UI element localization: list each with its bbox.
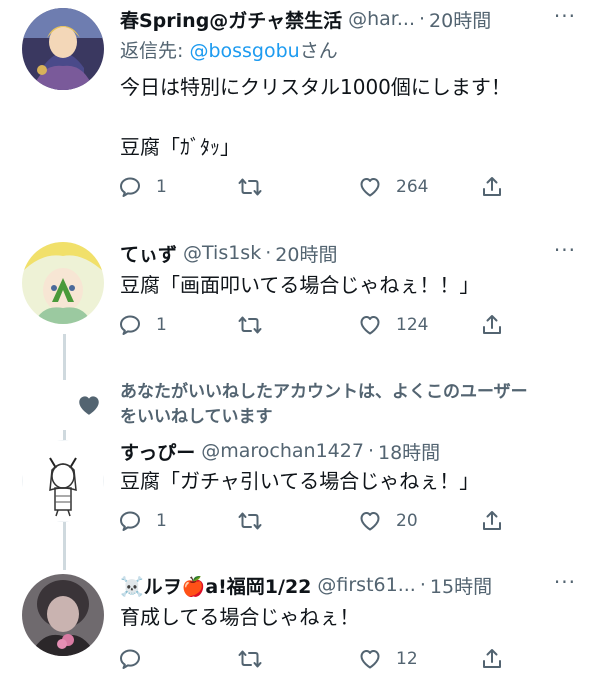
reply-count: 1 — [156, 177, 167, 197]
timestamp[interactable]: 15時間 — [430, 572, 492, 599]
share-button[interactable] — [480, 647, 504, 671]
reply-button[interactable] — [118, 647, 156, 671]
tweet-header: ☠️ルヲ🍎a!福岡1/22 @first61... · 15時間 ··· — [120, 570, 594, 600]
reply-icon — [120, 177, 140, 197]
tweet-header: すっぴー @marochan1427 · 18時間 — [120, 436, 594, 466]
share-button[interactable] — [480, 313, 504, 337]
reply-icon — [120, 511, 140, 531]
reply-icon — [120, 649, 140, 669]
retweet-button[interactable] — [238, 175, 276, 199]
more-icon[interactable]: ··· — [554, 4, 576, 28]
timestamp[interactable]: 18時間 — [378, 438, 440, 465]
like-icon — [360, 512, 380, 531]
like-count: 20 — [396, 511, 418, 531]
like-count: 12 — [396, 649, 418, 669]
reply-to-suffix: さん — [299, 40, 338, 62]
tweet-text: 育成してる場合じゃねぇ！ — [120, 605, 360, 629]
more-icon[interactable]: ··· — [554, 238, 576, 262]
avatar[interactable] — [22, 242, 104, 324]
action-bar: 1 264 — [118, 175, 574, 203]
retweet-button[interactable] — [238, 647, 276, 671]
reply-icon — [120, 315, 140, 335]
heart-icon — [79, 396, 99, 415]
display-name[interactable]: 春Spring@ガチャ禁生活 — [120, 6, 342, 33]
reply-to: 返信先: @bossgobuさん — [120, 36, 338, 63]
like-icon — [360, 650, 380, 669]
like-button[interactable]: 264 — [358, 175, 428, 199]
retweet-icon — [238, 316, 262, 334]
social-context: あなたがいいねしたアカウントは、よくこのユーザー をいいねしています — [76, 380, 594, 430]
action-bar: 1 124 — [118, 313, 574, 341]
display-name[interactable]: ☠️ルヲ🍎a!福岡1/22 — [120, 572, 311, 599]
retweet-icon — [238, 512, 262, 530]
timestamp[interactable]: 20時間 — [275, 240, 337, 267]
share-icon — [483, 177, 501, 196]
like-button[interactable]: 124 — [358, 313, 428, 337]
share-button[interactable] — [480, 509, 504, 533]
reply-button[interactable]: 1 — [118, 313, 167, 337]
more-icon[interactable]: ··· — [554, 570, 576, 594]
avatar[interactable] — [22, 8, 104, 90]
thread-line — [63, 334, 66, 380]
like-button[interactable]: 20 — [358, 509, 418, 533]
handle[interactable]: @Tis1sk — [183, 242, 261, 264]
like-count: 264 — [396, 177, 429, 197]
retweet-icon — [238, 178, 262, 196]
reply-to-prefix: 返信先: — [120, 40, 190, 62]
action-bar: 12 — [118, 647, 574, 675]
reply-mention[interactable]: @bossgobu — [189, 40, 299, 62]
share-icon — [483, 511, 501, 530]
avatar[interactable] — [22, 440, 104, 522]
handle[interactable]: @first61... — [317, 574, 415, 596]
retweet-button[interactable] — [238, 509, 276, 533]
display-name[interactable]: すっぴー — [120, 438, 195, 465]
reply-button[interactable]: 1 — [118, 509, 167, 533]
separator-dot: · — [418, 8, 426, 30]
thread-line — [63, 520, 66, 570]
tweet-text: 豆腐「ガチャ引いてる場合じゃねぇ！」 — [120, 469, 480, 493]
share-icon — [483, 315, 501, 334]
tweet-text: 今日は特別にクリスタル1000個にします！ 豆腐「ｶﾞﾀｯ」 — [120, 75, 511, 159]
tweet-text: 豆腐「画面叩いてる場合じゃねぇ！！」 — [120, 273, 480, 297]
tweet-header: てぃず @Tis1sk · 20時間 ··· — [120, 238, 594, 268]
handle[interactable]: @har... — [348, 8, 415, 30]
share-icon — [483, 649, 501, 668]
tweet-header: 春Spring@ガチャ禁生活 @har... · 20時間 ··· — [120, 4, 594, 34]
social-context-text: あなたがいいねしたアカウントは、よくこのユーザー をいいねしています — [120, 382, 528, 427]
handle[interactable]: @marochan1427 — [201, 440, 364, 462]
reply-button[interactable]: 1 — [118, 175, 167, 199]
share-button[interactable] — [480, 175, 504, 199]
separator-dot: · — [265, 242, 272, 264]
like-icon — [360, 316, 380, 335]
avatar[interactable] — [22, 574, 104, 656]
separator-dot: · — [367, 440, 374, 462]
like-icon — [360, 178, 380, 197]
reply-count: 1 — [156, 511, 167, 531]
display-name[interactable]: てぃず — [120, 240, 177, 267]
thread-line — [63, 430, 66, 440]
retweet-icon — [238, 650, 262, 668]
separator-dot: · — [419, 574, 426, 596]
reply-count: 1 — [156, 315, 167, 335]
retweet-button[interactable] — [238, 313, 276, 337]
timestamp[interactable]: 20時間 — [429, 6, 491, 33]
like-count: 124 — [396, 315, 429, 335]
like-button[interactable]: 12 — [358, 647, 418, 671]
action-bar: 1 20 — [118, 509, 574, 537]
